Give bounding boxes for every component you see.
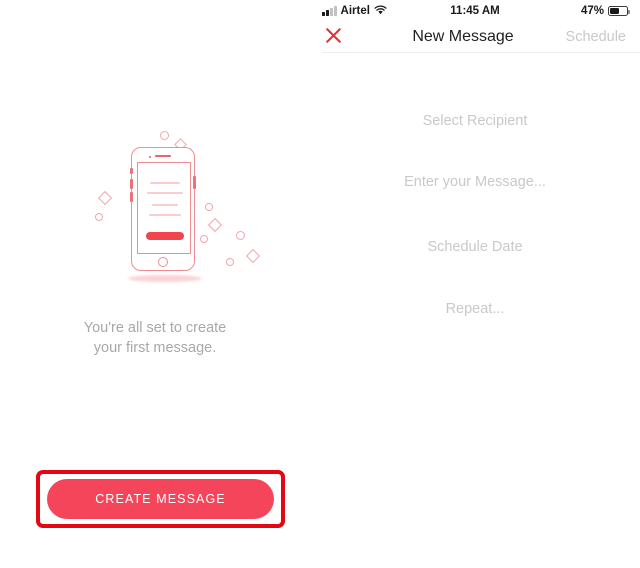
status-bar-clock: 11:45 AM (450, 5, 500, 17)
empty-state-caption-line-2: your first message. (93, 340, 217, 356)
placeholder-line (150, 182, 180, 185)
status-bar-right: 47% (500, 5, 631, 17)
navigation-bar: New Message Schedule (310, 22, 640, 52)
empty-state-panel: You're all set to create your first mess… (0, 0, 310, 568)
status-bar-left: Airtel (322, 5, 450, 18)
placeholder-line (152, 204, 178, 207)
placeholder-line (147, 192, 183, 195)
decorative-diamond-icon (245, 248, 261, 264)
carrier-label: Airtel (340, 5, 370, 17)
close-x-icon (324, 26, 343, 48)
phone-volume-down-icon (130, 192, 133, 202)
phone-speaker-icon (155, 155, 171, 157)
empty-state-caption-line-1: You're all set to create (83, 320, 227, 336)
decorative-circle-icon (226, 258, 234, 266)
status-bar: Airtel 11:45 AM 47% (310, 0, 640, 22)
phone-icon (130, 147, 196, 271)
cellular-signal-icon (322, 6, 337, 16)
placeholder-line (149, 214, 181, 217)
phone-camera-icon (149, 155, 151, 158)
message-input-field[interactable]: Enter your Message... (310, 174, 640, 190)
select-recipient-field[interactable]: Select Recipient (310, 113, 640, 129)
decorative-diamond-icon (207, 217, 223, 233)
decorative-circle-icon (95, 213, 103, 221)
empty-state-illustration (0, 125, 310, 295)
app-screen: You're all set to create your first mess… (0, 0, 640, 568)
empty-state-caption: You're all set to create your first mess… (0, 318, 310, 358)
phone-home-button-icon (158, 257, 168, 267)
repeat-field[interactable]: Repeat... (310, 301, 640, 317)
decorative-circle-icon (236, 231, 245, 240)
phone-mute-switch-icon (130, 168, 133, 174)
phone-power-button-icon (193, 176, 196, 189)
battery-icon (608, 6, 631, 16)
phone-shadow (128, 275, 202, 282)
page-title: New Message (412, 28, 514, 45)
battery-percent-label: 47% (580, 5, 604, 17)
wifi-icon (374, 5, 387, 18)
schedule-nav-button[interactable]: Schedule (560, 29, 626, 45)
schedule-date-field[interactable]: Schedule Date (310, 239, 640, 255)
phone-screen (137, 162, 191, 254)
close-button[interactable] (324, 26, 366, 48)
decorative-diamond-icon (97, 190, 113, 206)
nav-divider (322, 52, 640, 53)
decorative-circle-icon (200, 235, 208, 243)
phone-screen-cta-bar (146, 232, 184, 240)
new-message-panel: Airtel 11:45 AM 47% New Message Schedule… (310, 0, 640, 568)
create-message-button[interactable]: CREATE MESSAGE (47, 479, 274, 519)
decorative-circle-icon (160, 131, 169, 140)
phone-volume-up-icon (130, 179, 133, 189)
decorative-circle-icon (205, 203, 213, 211)
